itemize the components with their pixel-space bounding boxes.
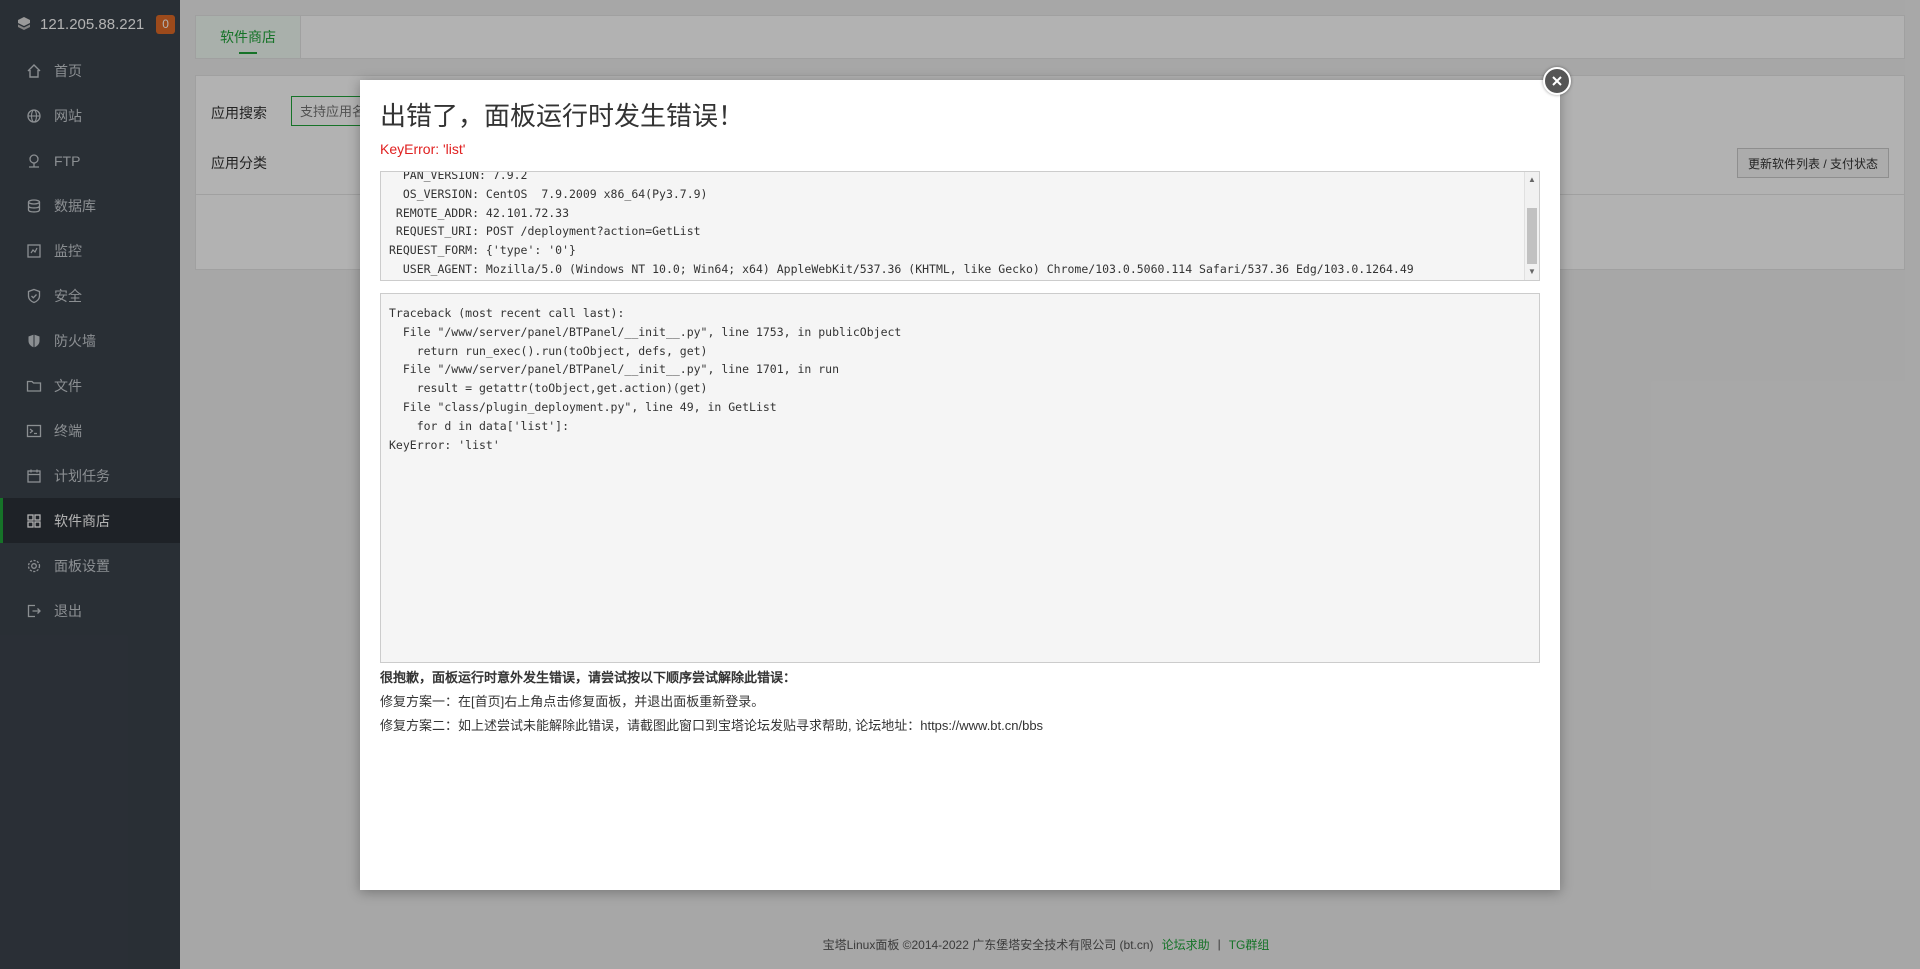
environment-info-box: PAN_VERSION: 7.9.2 OS_VERSION: CentOS 7.…	[380, 171, 1540, 281]
close-dialog-button[interactable]	[1543, 67, 1571, 95]
error-dialog: 出错了，面板运行时发生错误！ KeyError: 'list' PAN_VERS…	[360, 80, 1560, 890]
scroll-up-icon[interactable]: ▲	[1528, 176, 1536, 184]
traceback-text: Traceback (most recent call last): File …	[389, 306, 902, 452]
fix-option-1: 修复方案一：在[首页]右上角点击修复面板，并退出面板重新登录。	[380, 694, 765, 709]
scrollbar[interactable]: ▲ ▼	[1524, 172, 1539, 280]
traceback-box: Traceback (most recent call last): File …	[380, 293, 1540, 663]
dialog-title: 出错了，面板运行时发生错误！	[380, 101, 745, 131]
error-message: KeyError: 'list'	[380, 141, 466, 157]
scrollbar-thumb[interactable]	[1527, 208, 1537, 264]
fix-option-2: 修复方案二：如上述尝试未能解除此错误，请截图此窗口到宝塔论坛发贴寻求帮助, 论坛…	[380, 718, 1044, 733]
help-title: 很抱歉，面板运行时意外发生错误，请尝试按以下顺序尝试解除此错误：	[380, 670, 797, 685]
close-icon	[1552, 76, 1562, 86]
scroll-down-icon[interactable]: ▼	[1528, 268, 1536, 276]
environment-info-text: PAN_VERSION: 7.9.2 OS_VERSION: CentOS 7.…	[389, 171, 1414, 276]
